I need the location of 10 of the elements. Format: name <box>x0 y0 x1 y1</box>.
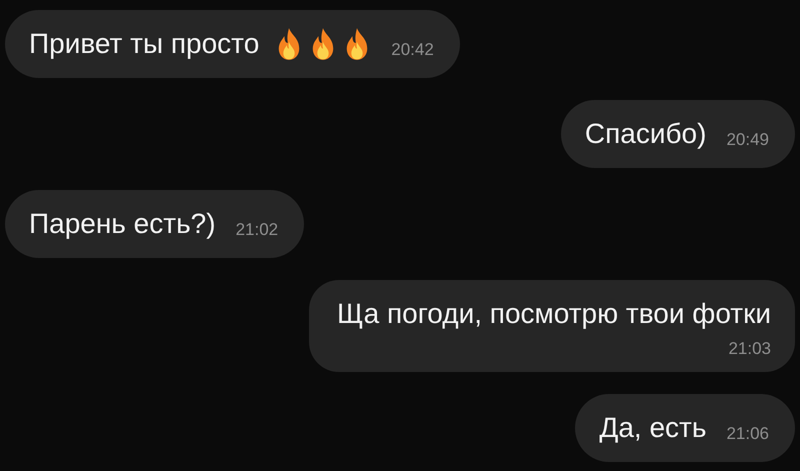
message-time: 20:42 <box>391 39 434 61</box>
message-text: Привет ты просто <box>29 27 260 61</box>
message-time: 21:06 <box>726 422 769 444</box>
message-text: Да, есть <box>599 410 706 445</box>
message-text: Парень есть?) <box>29 207 216 241</box>
message-time: 20:49 <box>726 129 769 151</box>
message-text: Спасибо) <box>584 117 706 151</box>
message-time: 21:02 <box>236 219 278 241</box>
message-time: 21:03 <box>728 338 771 360</box>
message-text: Ща погоди, посмотрю твои фотки <box>337 297 771 331</box>
